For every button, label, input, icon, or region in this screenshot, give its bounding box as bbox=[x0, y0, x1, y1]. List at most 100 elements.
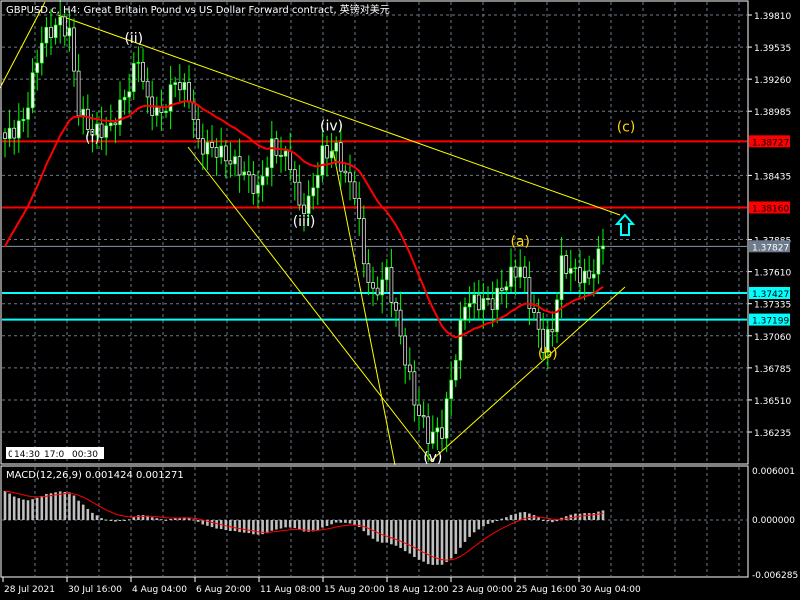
candle bbox=[403, 327, 408, 384]
candle bbox=[518, 249, 523, 289]
candle bbox=[601, 228, 605, 265]
candle bbox=[348, 154, 352, 201]
macd-histogram-bar bbox=[390, 520, 393, 545]
candle-body bbox=[12, 127, 17, 139]
candle-body bbox=[265, 167, 270, 177]
price-chart[interactable]: (i)(ii)(iii)(iv)(v)(a)(b)(c) 1.398101.39… bbox=[0, 0, 800, 600]
macd-histogram-bar bbox=[35, 497, 39, 520]
candle-body bbox=[361, 218, 366, 265]
time-tick-label: 4 Aug 04:00 bbox=[132, 585, 187, 595]
candle bbox=[242, 161, 247, 181]
candle bbox=[136, 46, 141, 83]
candle-body bbox=[348, 172, 352, 183]
candle-body bbox=[283, 150, 288, 157]
candle-body bbox=[352, 181, 357, 199]
candle-body bbox=[435, 427, 440, 433]
candle-body bbox=[389, 266, 394, 303]
price-tick-label: 1.39810 bbox=[754, 12, 791, 22]
macd-histogram-bar bbox=[509, 514, 513, 520]
candle-body bbox=[251, 174, 256, 194]
candle-body bbox=[458, 319, 463, 361]
trendline[interactable] bbox=[332, 149, 396, 466]
macd-histogram-bar bbox=[8, 493, 11, 520]
price-tick-label: 1.38435 bbox=[754, 172, 791, 182]
candle bbox=[568, 249, 573, 292]
candle bbox=[527, 261, 532, 326]
pane-frames bbox=[0, 0, 749, 578]
macd-histogram-bar bbox=[58, 491, 62, 520]
macd-histogram-bar bbox=[31, 499, 34, 520]
time-tick-label: 23 Aug 00:00 bbox=[452, 585, 513, 595]
candle-body bbox=[440, 427, 444, 439]
candle bbox=[587, 255, 592, 286]
wave-label: (iv) bbox=[320, 118, 343, 134]
candle-body bbox=[173, 82, 178, 85]
candle-body bbox=[394, 301, 398, 311]
macd-histogram-bar bbox=[551, 520, 554, 523]
macd-histogram-bar bbox=[468, 520, 471, 537]
macd-histogram-bar bbox=[311, 520, 315, 532]
macd-histogram-bar bbox=[371, 520, 375, 539]
macd-histogram-bar bbox=[408, 520, 412, 554]
candle-body bbox=[292, 169, 297, 183]
candle-body bbox=[81, 108, 86, 117]
candle-body bbox=[334, 142, 339, 152]
candle bbox=[481, 283, 486, 329]
price-axis[interactable]: 1.39810 1.39535 1.39260 1.38985 1.38435 1.378… bbox=[748, 12, 798, 581]
candle-body bbox=[564, 255, 569, 274]
macd-histogram-bar bbox=[81, 504, 85, 520]
candle-body bbox=[196, 119, 201, 140]
candle-body bbox=[463, 306, 467, 321]
macd-histogram-bar bbox=[155, 518, 159, 520]
chart-title: GBPUSD.c, H4: Great Britain Pound vs US … bbox=[6, 3, 390, 16]
level-price-label: 1.37199 bbox=[752, 317, 789, 327]
candle-body bbox=[260, 175, 265, 186]
candle bbox=[371, 266, 375, 307]
candle bbox=[99, 106, 104, 150]
macd-histogram-bar bbox=[394, 520, 398, 546]
candle bbox=[30, 58, 35, 114]
candle-body bbox=[357, 198, 362, 219]
candle bbox=[417, 389, 421, 431]
macd-histogram-bar bbox=[196, 520, 200, 522]
candle-body bbox=[453, 359, 458, 381]
period-separator-label: 00:30 bbox=[72, 450, 98, 460]
candle-body bbox=[490, 298, 495, 311]
macd-histogram-bar bbox=[86, 508, 90, 520]
candle bbox=[412, 360, 417, 422]
macd-histogram-bar bbox=[445, 520, 448, 562]
candle-body bbox=[375, 287, 380, 296]
trendline[interactable] bbox=[431, 286, 626, 461]
macd-histogram-bar bbox=[256, 520, 260, 535]
candle-body bbox=[141, 62, 145, 82]
candle bbox=[522, 256, 527, 293]
candle bbox=[141, 48, 145, 90]
candle bbox=[573, 258, 578, 281]
macd-tick-label: -0.006285 bbox=[752, 571, 798, 581]
macd-histogram-bar bbox=[325, 520, 329, 526]
candle-body bbox=[49, 26, 53, 39]
candle-body bbox=[467, 303, 472, 308]
macd-histogram-bar bbox=[380, 520, 384, 543]
candle-body bbox=[522, 266, 527, 278]
candle-body bbox=[366, 263, 371, 283]
candle bbox=[76, 54, 81, 126]
macd-histogram-bar bbox=[440, 520, 444, 565]
candle-body bbox=[476, 294, 481, 311]
candle bbox=[246, 155, 251, 194]
macd-histogram-bar bbox=[353, 520, 356, 525]
candle bbox=[366, 249, 371, 296]
candle bbox=[375, 276, 380, 301]
candle-body bbox=[398, 309, 403, 337]
candle bbox=[173, 76, 178, 98]
macd-histogram-bar bbox=[486, 520, 490, 524]
candle bbox=[352, 171, 357, 206]
wave-label: (i) bbox=[85, 130, 100, 146]
candle-body bbox=[242, 171, 247, 176]
candle-body bbox=[200, 138, 205, 155]
macd-histogram-bar bbox=[518, 512, 522, 520]
macd-histogram-bar bbox=[546, 520, 550, 522]
time-axis[interactable]: 28 Jul 2021 30 Jul 16:00 4 Aug 04:00 6 Aug … bbox=[2, 577, 641, 595]
candle bbox=[407, 347, 412, 381]
candle-body bbox=[499, 287, 504, 291]
